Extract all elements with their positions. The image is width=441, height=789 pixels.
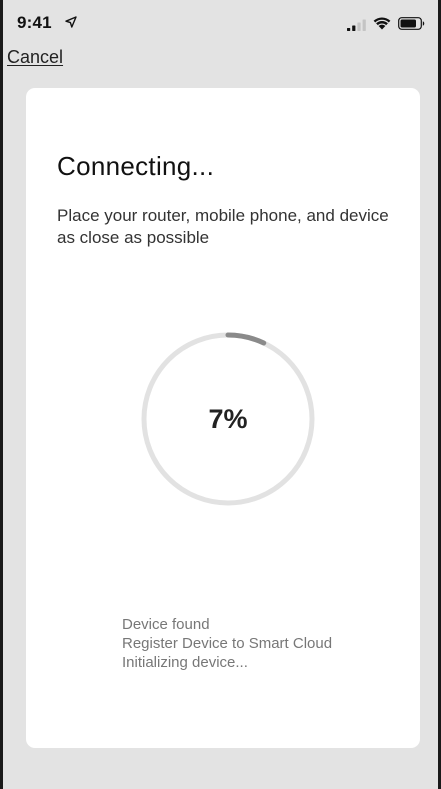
page-title: Connecting... [57,151,215,181]
instruction-text: Place your router, mobile phone, and dev… [57,206,389,247]
progress-percent: 7% [208,404,248,434]
status-step-initializing: Initializing device... [122,654,248,671]
wifi-icon [373,17,391,30]
status-step-register-device: Register Device to Smart Cloud [122,635,333,652]
status-time: 9:41 [17,13,52,32]
status-bar: 9:41 [3,0,438,40]
connection-card: Connecting... Place your router, mobile … [26,88,420,748]
phone-screen: 9:41 Cancel Connecting... Place your rou… [0,0,441,789]
cancel-button[interactable]: Cancel [7,47,63,68]
battery-icon [398,17,425,30]
location-arrow-icon [65,16,77,28]
status-step-device-found: Device found [122,616,210,633]
signal-strength-icon [347,19,366,31]
status-list: Device found Register Device to Smart Cl… [122,615,332,672]
